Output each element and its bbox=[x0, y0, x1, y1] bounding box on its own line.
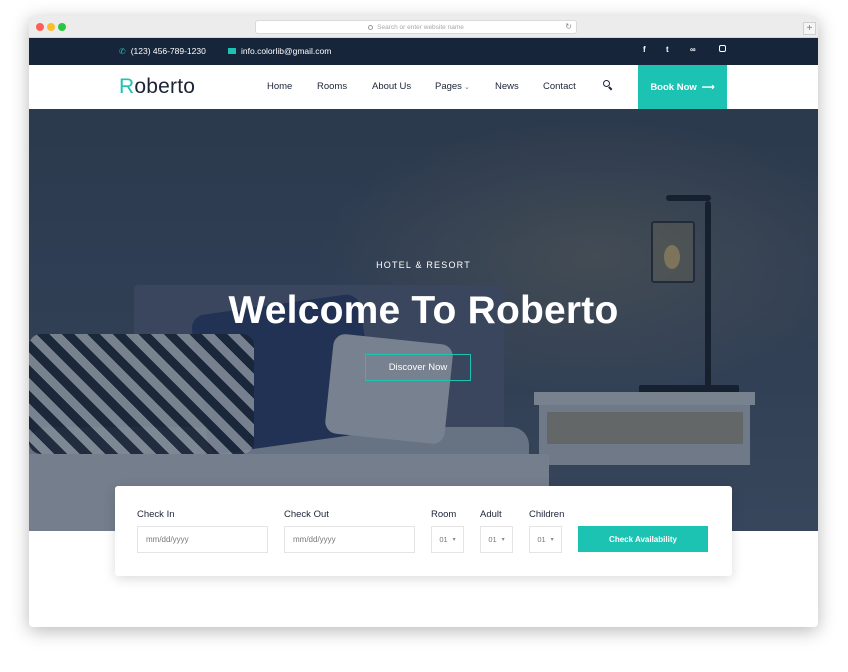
nav-news[interactable]: News bbox=[495, 81, 519, 92]
booking-form: Check In mm/dd/yyyy Check Out mm/dd/yyyy… bbox=[115, 486, 732, 576]
chevron-down-icon: ▾ bbox=[452, 537, 456, 543]
main-navigation: Roberto Home Rooms About Us Pages ⌄ News … bbox=[29, 65, 818, 109]
children-select-value: 01 bbox=[537, 535, 546, 544]
chevron-down-icon: ⌄ bbox=[463, 84, 470, 91]
discover-now-button[interactable]: Discover Now bbox=[365, 354, 471, 381]
check-in-field[interactable]: mm/dd/yyyy bbox=[137, 526, 268, 553]
check-in-label: Check In bbox=[137, 509, 175, 520]
reload-icon[interactable]: ↻ bbox=[565, 22, 572, 31]
envelope-icon bbox=[228, 48, 236, 54]
hero-kicker: HOTEL & RESORT bbox=[376, 260, 471, 270]
adult-label: Adult bbox=[480, 509, 502, 520]
instagram-icon[interactable] bbox=[719, 45, 726, 54]
browser-window: Search or enter website name ↻ + ✆ (123)… bbox=[29, 16, 818, 627]
book-now-button[interactable]: Book Now ⟶ bbox=[638, 65, 727, 109]
nav-home[interactable]: Home bbox=[267, 81, 292, 92]
adult-select-value: 01 bbox=[488, 535, 497, 544]
chevron-down-icon: ▾ bbox=[501, 537, 505, 543]
logo-text: oberto bbox=[134, 75, 196, 98]
hero-title: Welcome To Roberto bbox=[228, 289, 619, 332]
check-availability-button[interactable]: Check Availability bbox=[578, 526, 708, 552]
chevron-down-icon: ▾ bbox=[550, 537, 554, 543]
top-info-bar: ✆ (123) 456-789-1230 info.colorlib@gmail… bbox=[29, 38, 818, 65]
room-select-value: 01 bbox=[439, 535, 448, 544]
new-tab-button[interactable]: + bbox=[803, 22, 816, 35]
room-select[interactable]: 01 ▾ bbox=[431, 526, 464, 553]
phone-icon: ✆ bbox=[119, 46, 126, 56]
email-contact[interactable]: info.colorlib@gmail.com bbox=[228, 46, 331, 56]
maximize-window-button[interactable] bbox=[58, 23, 66, 31]
room-label: Room bbox=[431, 509, 457, 520]
twitter-icon[interactable]: t bbox=[666, 45, 669, 54]
address-bar[interactable]: Search or enter website name ↻ bbox=[255, 20, 577, 34]
email-address: info.colorlib@gmail.com bbox=[241, 46, 332, 56]
phone-number: (123) 456-789-1230 bbox=[130, 46, 206, 56]
search-icon[interactable] bbox=[603, 80, 613, 91]
check-out-field[interactable]: mm/dd/yyyy bbox=[284, 526, 415, 553]
adult-select[interactable]: 01 ▾ bbox=[480, 526, 513, 553]
hero-section: HOTEL & RESORT Welcome To Roberto Discov… bbox=[29, 109, 818, 531]
nav-contact[interactable]: Contact bbox=[543, 81, 576, 92]
nav-rooms[interactable]: Rooms bbox=[317, 81, 347, 92]
logo-letter: R bbox=[119, 75, 135, 98]
arrow-right-icon: ⟶ bbox=[701, 81, 715, 92]
close-window-button[interactable] bbox=[36, 23, 44, 31]
minimize-window-button[interactable] bbox=[47, 23, 55, 31]
nav-about-us[interactable]: About Us bbox=[372, 81, 411, 92]
facebook-icon[interactable]: f bbox=[643, 45, 646, 54]
site-logo[interactable]: Roberto bbox=[119, 75, 195, 99]
children-label: Children bbox=[529, 509, 565, 520]
browser-toolbar: Search or enter website name ↻ + bbox=[29, 16, 818, 38]
book-now-label: Book Now bbox=[650, 81, 697, 93]
tripadvisor-icon[interactable]: ∞ bbox=[690, 45, 696, 54]
nav-pages-label: Pages bbox=[435, 81, 462, 92]
search-icon bbox=[368, 24, 374, 30]
nav-pages[interactable]: Pages ⌄ bbox=[435, 81, 470, 92]
address-bar-placeholder: Search or enter website name bbox=[377, 23, 464, 31]
children-select[interactable]: 01 ▾ bbox=[529, 526, 562, 553]
check-out-label: Check Out bbox=[284, 509, 329, 520]
phone-contact[interactable]: ✆ (123) 456-789-1230 bbox=[119, 46, 206, 56]
